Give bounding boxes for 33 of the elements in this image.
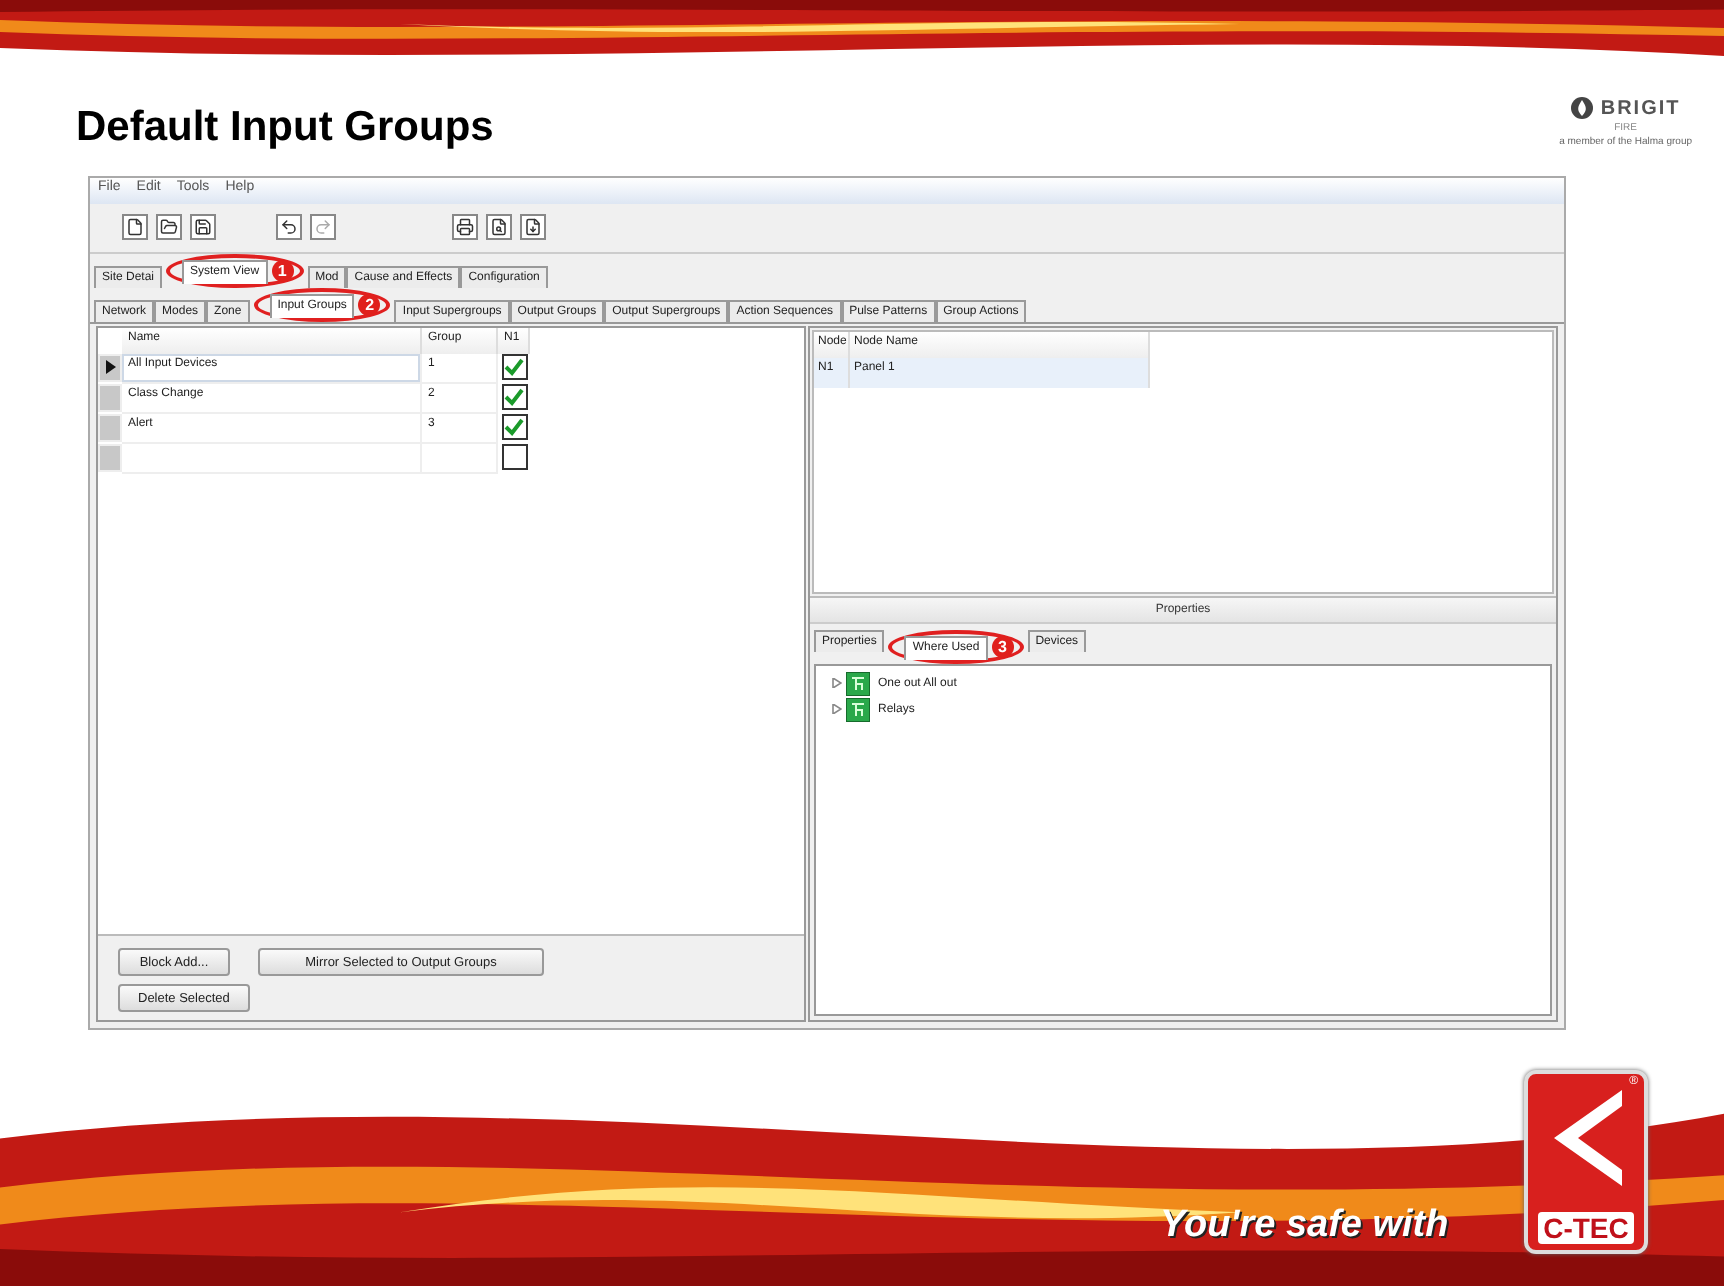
row-header[interactable] <box>98 353 122 382</box>
flame-logo-icon <box>1570 96 1595 120</box>
folder-icon <box>160 218 178 237</box>
save-button[interactable] <box>190 214 216 241</box>
printer-icon <box>456 218 474 237</box>
callout-number: 3 <box>991 636 1014 659</box>
print-preview-button[interactable] <box>486 214 512 241</box>
export-icon <box>524 218 542 237</box>
print-preview-icon <box>490 218 508 237</box>
current-row-icon <box>105 360 115 375</box>
checkbox[interactable] <box>501 354 527 381</box>
logo-text: C-TEC <box>1537 1212 1635 1244</box>
checkbox[interactable] <box>501 444 527 471</box>
undo-icon <box>280 218 298 237</box>
printer-button[interactable] <box>452 214 478 241</box>
save-icon <box>194 218 212 237</box>
callout-number: 1 <box>271 260 294 283</box>
brand-name: BRIGIT <box>1600 97 1681 119</box>
undo-button[interactable] <box>276 214 302 241</box>
export-button[interactable] <box>520 214 546 241</box>
callout-number: 2 <box>358 294 381 317</box>
slogan: You're safe with <box>1160 1204 1449 1248</box>
new-file-icon <box>126 218 144 237</box>
checkbox[interactable] <box>501 414 527 441</box>
expand-icon[interactable] <box>832 678 842 689</box>
new-file-button[interactable] <box>122 214 148 241</box>
redo-icon <box>314 218 332 237</box>
group-icon <box>846 697 870 722</box>
expand-icon[interactable] <box>832 704 842 715</box>
slide-title: Default Input Groups <box>76 104 494 152</box>
folder-button[interactable] <box>156 214 182 241</box>
checkbox[interactable] <box>501 384 527 411</box>
group-icon <box>846 671 870 696</box>
